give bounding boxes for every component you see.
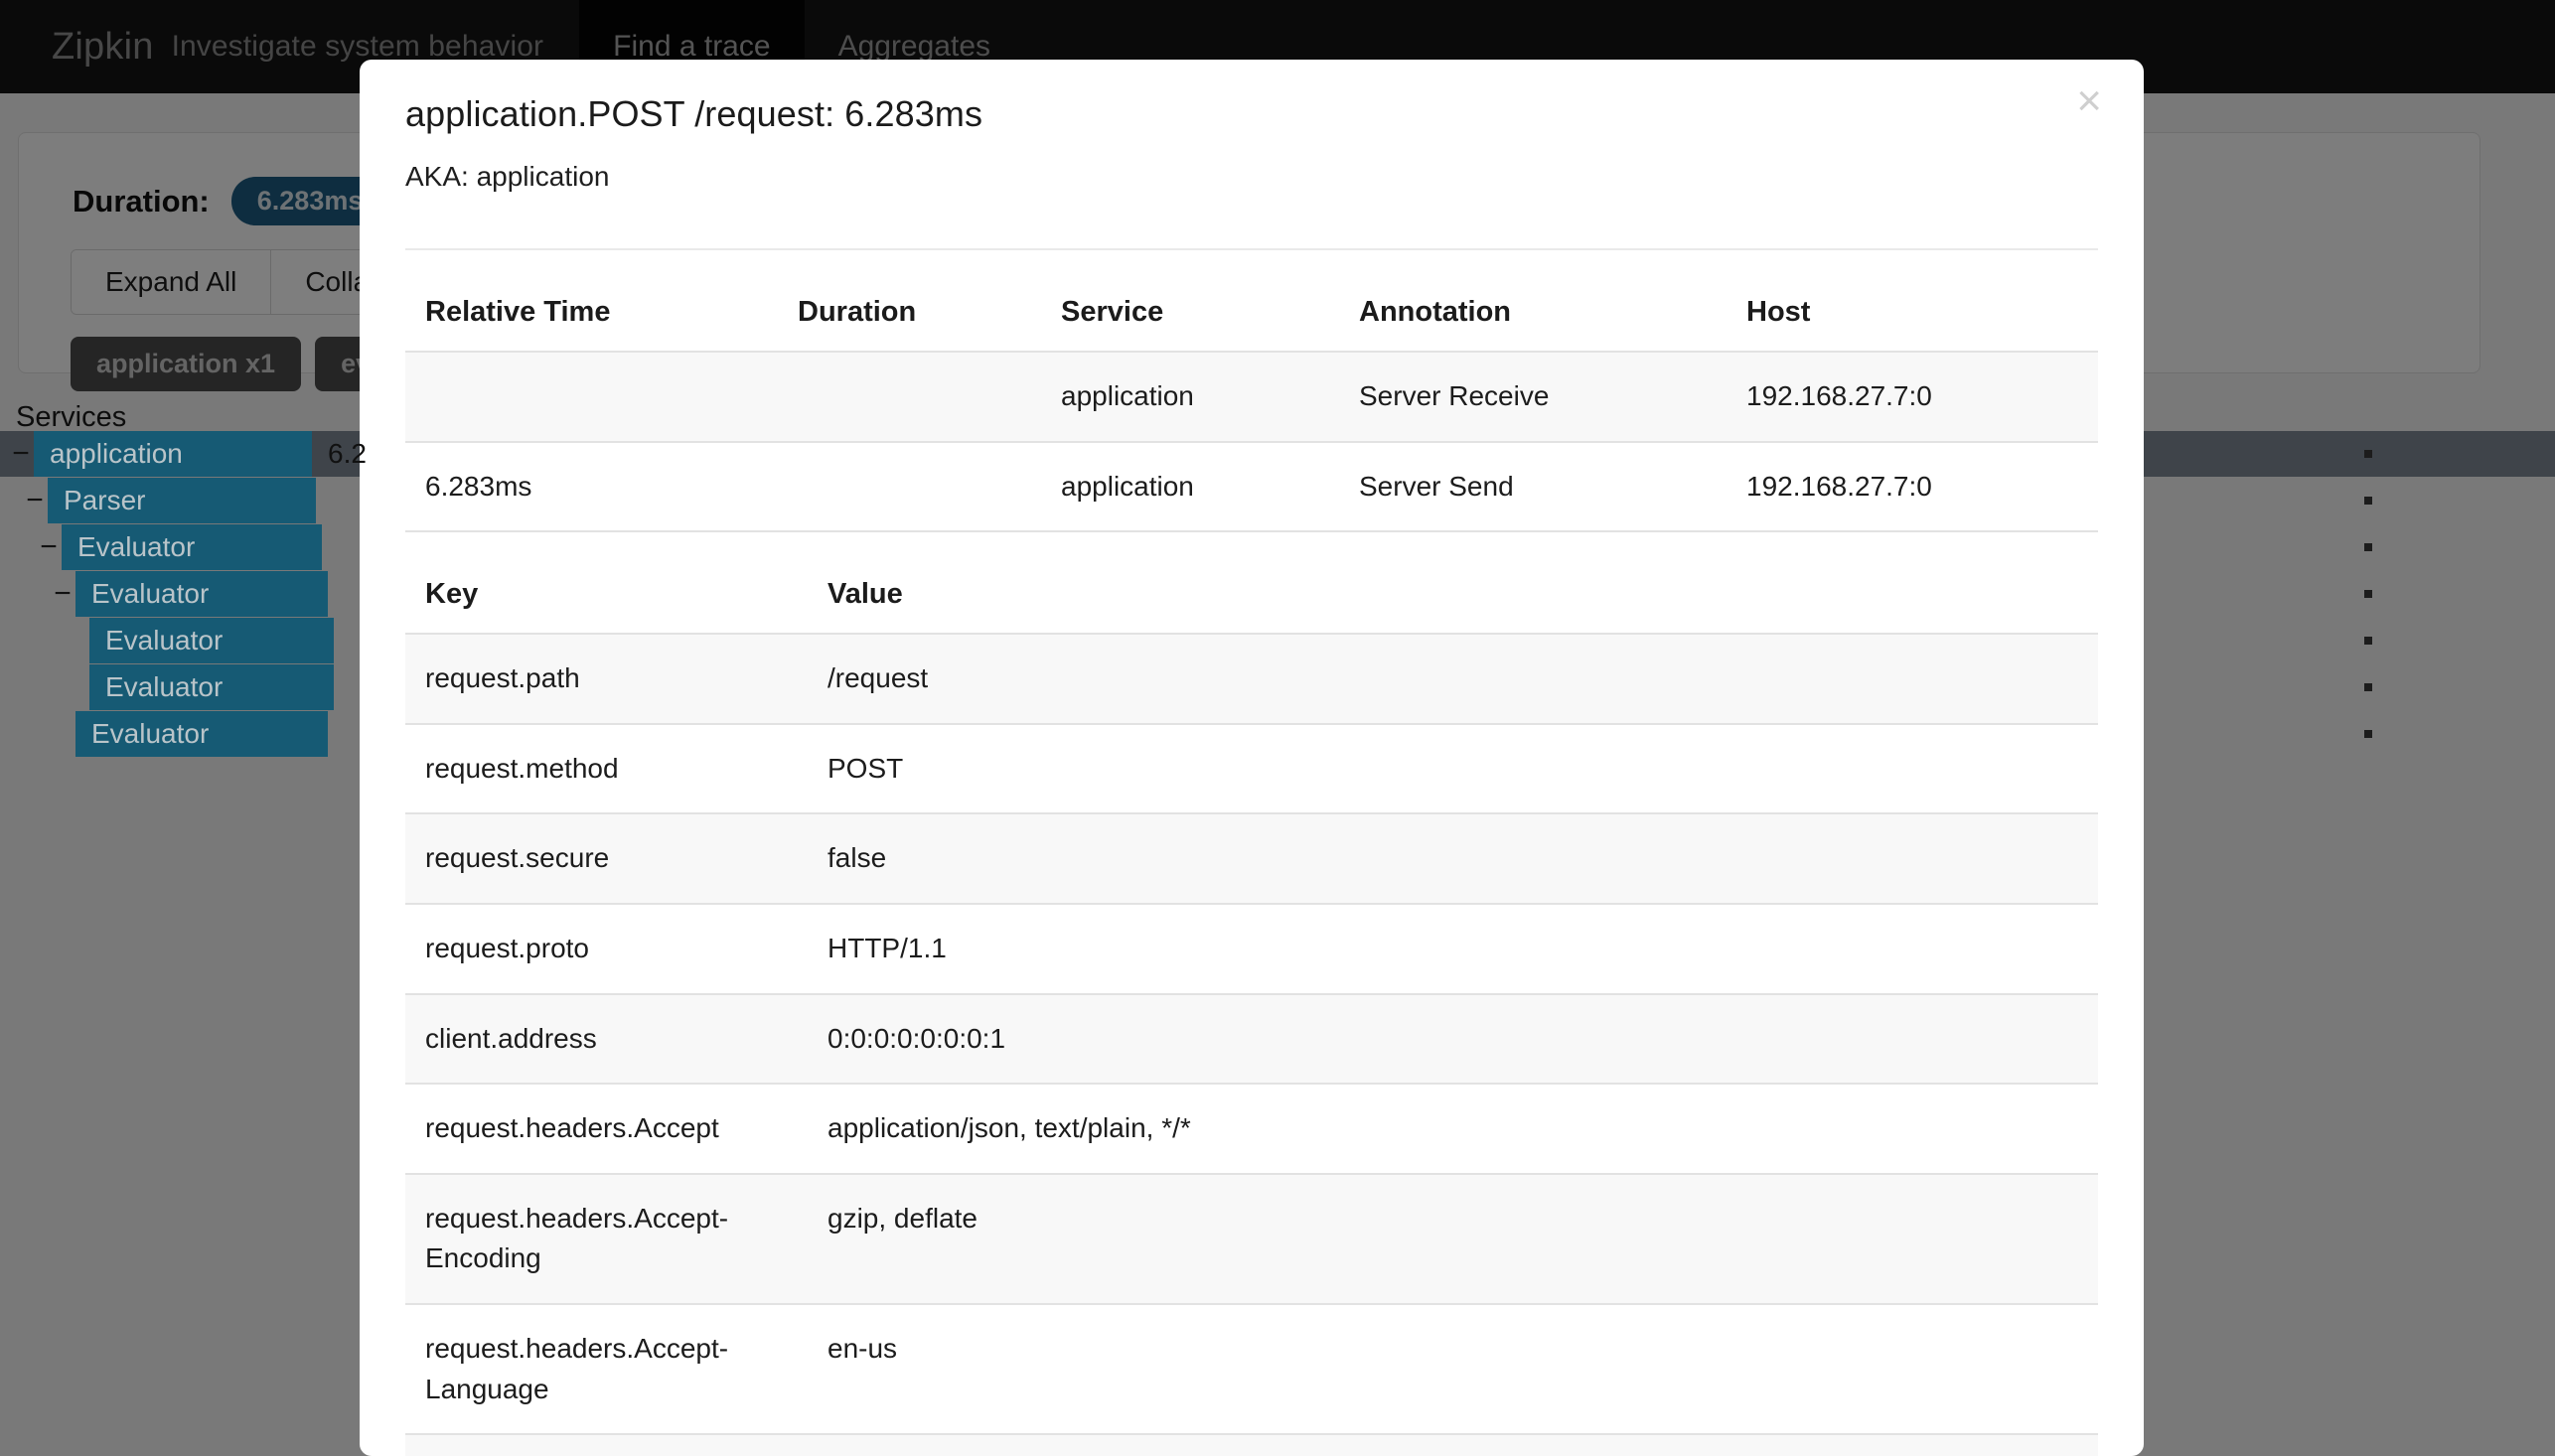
modal-divider [405, 248, 2098, 250]
app-root: Zipkin Investigate system behavior Find … [0, 0, 2555, 1456]
key-value-row: request.headers.Accept-Encodinggzip, def… [405, 1174, 2098, 1304]
key-value-row: request.securefalse [405, 813, 2098, 904]
annotation-header-cell: Service [1041, 250, 1339, 352]
modal-body: Relative TimeDurationServiceAnnotationHo… [360, 250, 2144, 1456]
key-value-cell: request.headers.Connection [405, 1434, 808, 1456]
modal-title: application.POST /request: 6.283ms [405, 93, 2098, 135]
span-marker-dot [2364, 497, 2372, 505]
annotation-cell: Server Receive [1339, 352, 1727, 442]
modal-aka-label: AKA: application [405, 161, 2098, 193]
key-value-cell: request.secure [405, 813, 808, 904]
annotation-cell: 6.283ms [405, 442, 778, 532]
annotations-table-body: applicationServer Receive192.168.27.7:06… [405, 352, 2098, 531]
key-value-header-cell: Value [808, 532, 2098, 634]
modal-header: × application.POST /request: 6.283ms AKA… [360, 60, 2144, 250]
key-value-row: client.address0:0:0:0:0:0:0:1 [405, 994, 2098, 1085]
key-value-cell: application/json, text/plain, */* [808, 1084, 2098, 1174]
span-marker-dot [2364, 590, 2372, 598]
span-bar[interactable]: Evaluator [62, 524, 322, 570]
key-value-cell: gzip, deflate [808, 1174, 2098, 1304]
annotation-cell [405, 352, 778, 442]
annotation-row: 6.283ms applicationServer Send192.168.27.… [405, 442, 2098, 532]
collapse-toggle-icon[interactable]: − [36, 532, 62, 562]
close-icon[interactable]: × [2076, 79, 2102, 123]
annotation-cell [778, 442, 1041, 532]
annotation-cell: Server Send [1339, 442, 1727, 532]
annotation-row: applicationServer Receive192.168.27.7:0 [405, 352, 2098, 442]
span-marker-dot [2364, 543, 2372, 551]
key-value-cell: HTTP/1.1 [808, 904, 2098, 994]
annotation-header-cell: Relative Time [405, 250, 778, 352]
annotation-cell [778, 352, 1041, 442]
span-bar[interactable]: Evaluator [75, 711, 328, 757]
annotation-cell: 192.168.27.7:0 [1727, 442, 2098, 532]
span-bar[interactable]: Parser [48, 478, 316, 523]
key-value-row: request.methodPOST [405, 724, 2098, 814]
span-duration-label: 6.2 [328, 431, 367, 477]
span-marker-dot [2364, 730, 2372, 738]
span-bar[interactable]: application [34, 431, 312, 477]
span-bar[interactable]: Evaluator [89, 618, 334, 663]
annotation-header-cell: Annotation [1339, 250, 1727, 352]
collapse-toggle-icon[interactable]: − [50, 579, 75, 609]
span-bar[interactable]: Evaluator [89, 664, 334, 710]
key-value-row: request.headers.Connectionkeep-alive [405, 1434, 2098, 1456]
span-marker-dot [2364, 450, 2372, 458]
annotation-header-cell: Duration [778, 250, 1041, 352]
key-value-cell: en-us [808, 1304, 2098, 1434]
key-value-cell: POST [808, 724, 2098, 814]
key-value-row: request.headers.Acceptapplication/json, … [405, 1084, 2098, 1174]
collapse-toggle-icon[interactable]: − [22, 486, 48, 515]
annotation-cell: application [1041, 352, 1339, 442]
span-marker-dot [2364, 683, 2372, 691]
key-value-table: KeyValue request.path/requestrequest.met… [405, 532, 2098, 1456]
annotations-header-row: Relative TimeDurationServiceAnnotationHo… [405, 250, 2098, 352]
annotation-header-cell: Host [1727, 250, 2098, 352]
key-value-cell: client.address [405, 994, 808, 1085]
key-value-row: request.headers.Accept-Languageen-us [405, 1304, 2098, 1434]
key-value-row: request.protoHTTP/1.1 [405, 904, 2098, 994]
annotation-cell: application [1041, 442, 1339, 532]
key-value-cell: request.proto [405, 904, 808, 994]
span-detail-modal: × application.POST /request: 6.283ms AKA… [360, 60, 2144, 1456]
key-value-cell: request.headers.Accept-Language [405, 1304, 808, 1434]
span-marker-dot [2364, 637, 2372, 645]
annotations-table-head: Relative TimeDurationServiceAnnotationHo… [405, 250, 2098, 352]
key-value-header-row: KeyValue [405, 532, 2098, 634]
key-value-cell: request.headers.Accept [405, 1084, 808, 1174]
collapse-toggle-icon[interactable]: − [8, 439, 34, 469]
span-bar[interactable]: Evaluator [75, 571, 328, 617]
key-value-cell: 0:0:0:0:0:0:0:1 [808, 994, 2098, 1085]
key-value-cell: request.method [405, 724, 808, 814]
key-value-header-cell: Key [405, 532, 808, 634]
key-value-cell: request.headers.Accept-Encoding [405, 1174, 808, 1304]
key-value-cell: false [808, 813, 2098, 904]
key-value-cell: request.path [405, 634, 808, 724]
key-value-table-head: KeyValue [405, 532, 2098, 634]
key-value-cell: keep-alive [808, 1434, 2098, 1456]
key-value-cell: /request [808, 634, 2098, 724]
annotations-table: Relative TimeDurationServiceAnnotationHo… [405, 250, 2098, 532]
key-value-table-body: request.path/requestrequest.methodPOSTre… [405, 634, 2098, 1456]
annotation-cell: 192.168.27.7:0 [1727, 352, 2098, 442]
key-value-row: request.path/request [405, 634, 2098, 724]
